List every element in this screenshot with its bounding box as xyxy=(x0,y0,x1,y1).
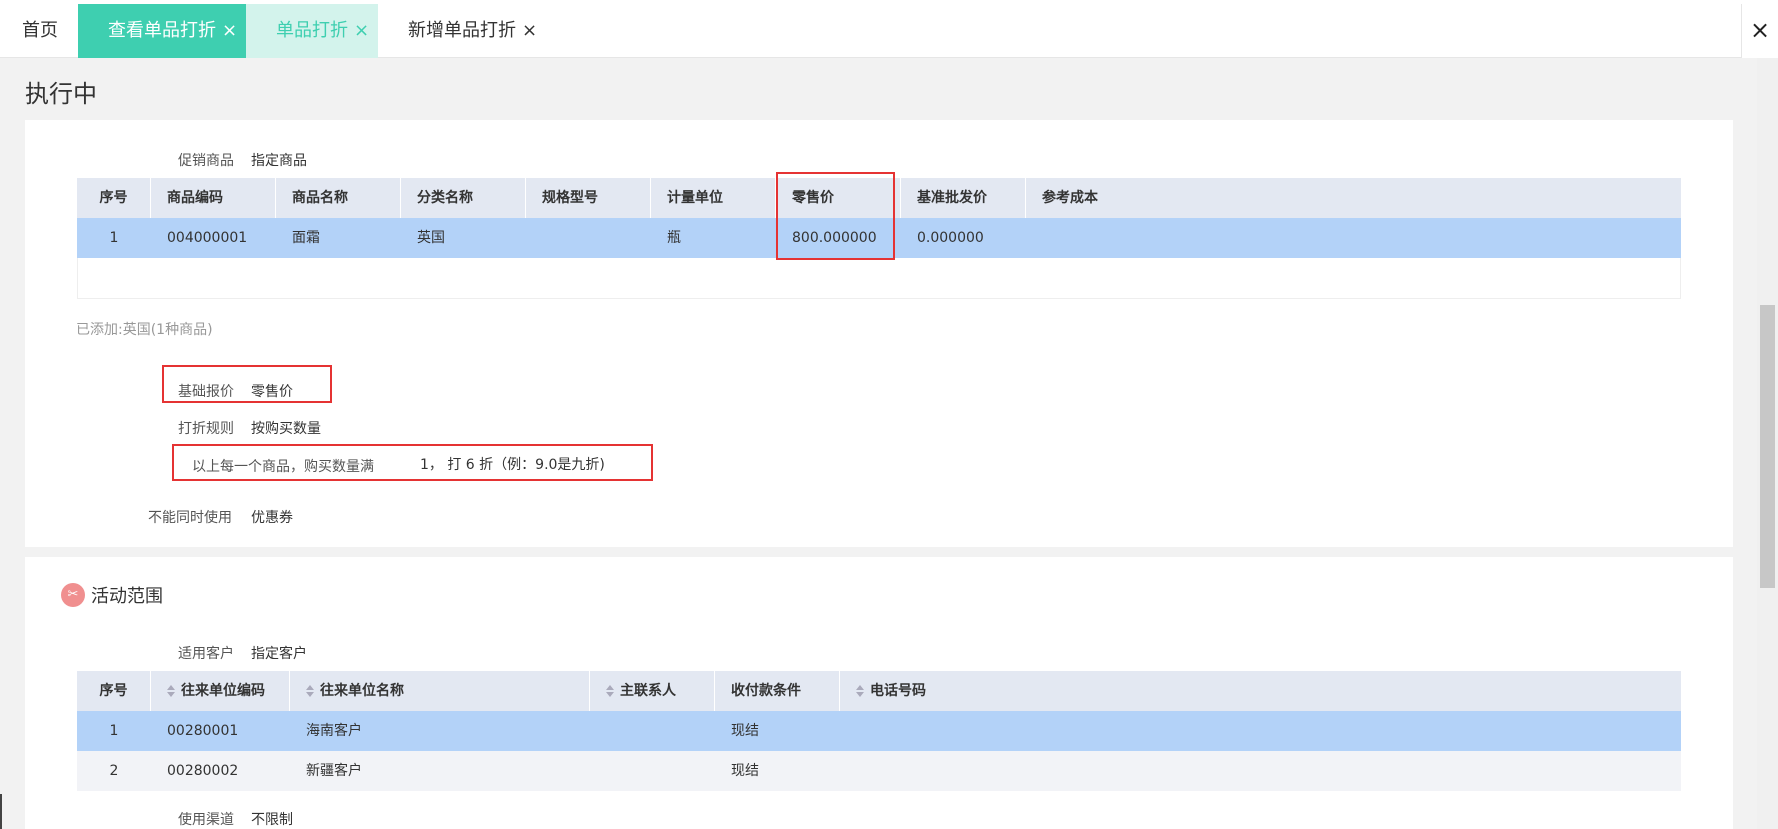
exclusive-label: 不能同时使用 xyxy=(148,510,232,526)
table-cell: 00280002 xyxy=(167,763,239,779)
col-header-label: 主联系人 xyxy=(620,683,676,699)
table-cell: 1 xyxy=(109,230,119,246)
table-cell: 1 xyxy=(109,723,119,739)
close-icon[interactable]: × xyxy=(354,20,369,41)
tab-bar: 首页 查看单品打折 × 单品打折 × 新增单品打折 × × xyxy=(0,0,1778,58)
customer-label: 适用客户 xyxy=(178,646,234,662)
discount-rule-value: 按购买数量 xyxy=(251,421,321,437)
col-header-sortable[interactable]: 主联系人 xyxy=(590,671,715,711)
promo-goods-label: 促销商品 xyxy=(178,153,234,169)
col-header: 规格型号 xyxy=(526,178,651,218)
sort-icon[interactable] xyxy=(606,685,614,697)
sort-icon[interactable] xyxy=(856,685,864,697)
exclusive-value: 优惠券 xyxy=(251,510,293,526)
table-cell xyxy=(840,751,856,791)
scope-title: 活动范围 xyxy=(91,586,163,607)
channel-label: 使用渠道 xyxy=(178,812,234,828)
col-header: 分类名称 xyxy=(401,178,526,218)
col-header-label: 往来单位编码 xyxy=(181,683,265,699)
col-header: 计量单位 xyxy=(651,178,776,218)
empty-row xyxy=(77,258,1681,299)
table-cell xyxy=(526,218,542,258)
table-cell: 0.000000 xyxy=(917,230,984,246)
table-cell xyxy=(590,711,606,751)
table-cell: 现结 xyxy=(731,763,759,779)
table-cell: 海南客户 xyxy=(306,723,362,739)
tab-home-label: 首页 xyxy=(22,20,58,41)
close-icon[interactable]: × xyxy=(522,20,537,41)
sort-icon[interactable] xyxy=(306,685,314,697)
table-row[interactable]: 1 00280001 海南客户 现结 xyxy=(77,711,1681,751)
table-cell: 英国 xyxy=(417,230,445,246)
table-cell: 004000001 xyxy=(167,230,248,246)
col-header: 收付款条件 xyxy=(715,671,840,711)
close-icon[interactable]: × xyxy=(222,20,237,41)
tab-new-single-discount[interactable]: 新增单品打折 × xyxy=(408,4,537,58)
page-title: 执行中 xyxy=(25,80,97,108)
col-header-sortable[interactable]: 往来单位编码 xyxy=(151,671,290,711)
table-cell: 00280001 xyxy=(167,723,239,739)
tab-view-label: 查看单品打折 xyxy=(108,20,216,41)
scope-icon: ✂ xyxy=(61,583,85,607)
close-all-button[interactable]: × xyxy=(1741,4,1778,58)
col-header-label: 电话号码 xyxy=(870,683,926,699)
highlight-base-price xyxy=(162,365,332,403)
highlight-discount-rule xyxy=(172,444,653,481)
promo-goods-value: 指定商品 xyxy=(251,153,307,169)
col-header-sortable[interactable]: 往来单位名称 xyxy=(290,671,590,711)
table-cell: 瓶 xyxy=(667,230,681,246)
tab-new-label: 新增单品打折 xyxy=(408,20,516,41)
table-cell xyxy=(590,751,606,791)
col-header: 参考成本 xyxy=(1042,190,1098,206)
close-icon: × xyxy=(1749,16,1771,44)
table-cell: 2 xyxy=(109,763,119,779)
added-note: 已添加:英国(1种商品) xyxy=(76,322,213,338)
table-header: 序号 往来单位编码 往来单位名称 主联系人 收付款条件 电话号码 xyxy=(77,671,1681,711)
discount-rule-label: 打折规则 xyxy=(178,421,234,437)
col-header: 序号 xyxy=(77,178,151,218)
table-row[interactable]: 2 00280002 新疆客户 现结 xyxy=(77,751,1681,791)
edge-marker xyxy=(0,794,2,829)
customer-table: 序号 往来单位编码 往来单位名称 主联系人 收付款条件 电话号码 1 00280… xyxy=(77,671,1681,791)
channel-value: 不限制 xyxy=(251,812,293,828)
col-header: 序号 xyxy=(77,671,151,711)
tab-home[interactable]: 首页 xyxy=(22,4,58,58)
tab-single-discount[interactable]: 单品打折 × xyxy=(246,4,378,58)
scrollbar-thumb[interactable] xyxy=(1760,305,1775,588)
col-header-sortable[interactable]: 电话号码 xyxy=(840,671,1681,711)
table-cell xyxy=(1026,218,1042,258)
sort-icon[interactable] xyxy=(167,685,175,697)
customer-value: 指定客户 xyxy=(251,646,307,662)
tab-single-label: 单品打折 xyxy=(276,20,348,41)
col-header: 基准批发价 xyxy=(901,178,1026,218)
col-header: 商品名称 xyxy=(276,178,401,218)
table-cell: 面霜 xyxy=(292,230,320,246)
col-header: 商品编码 xyxy=(151,178,276,218)
col-header-label: 往来单位名称 xyxy=(320,683,404,699)
table-cell: 新疆客户 xyxy=(306,763,362,779)
table-cell: 现结 xyxy=(731,723,759,739)
table-cell xyxy=(840,711,856,751)
highlight-retail-price xyxy=(776,172,895,260)
tab-view-single-discount[interactable]: 查看单品打折 × xyxy=(78,4,246,58)
